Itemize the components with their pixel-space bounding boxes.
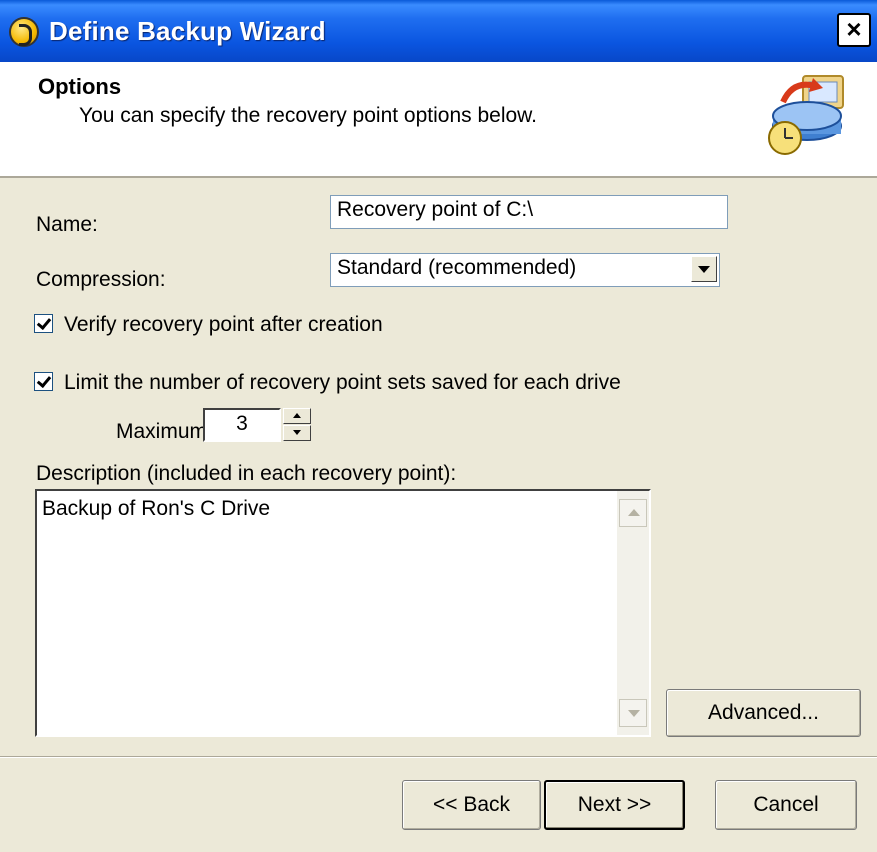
maximum-stepper[interactable]: 3: [203, 408, 313, 442]
backup-wizard-dialog: Define Backup Wizard × Options You can s…: [0, 0, 877, 852]
name-label: Name:: [36, 213, 98, 236]
cancel-button[interactable]: Cancel: [715, 780, 857, 830]
scroll-down-icon[interactable]: [619, 699, 647, 727]
scroll-up-icon[interactable]: [619, 499, 647, 527]
description-textarea[interactable]: Backup of Ron's C Drive: [35, 489, 651, 737]
back-button[interactable]: << Back: [402, 780, 541, 830]
verify-checkbox[interactable]: [34, 314, 53, 333]
maximum-input[interactable]: 3: [203, 408, 281, 442]
page-title: Options: [38, 74, 122, 99]
backup-drive-icon: [768, 75, 844, 155]
verify-label: Verify recovery point after creation: [64, 313, 383, 336]
maximum-label: Maximum:: [116, 420, 213, 443]
name-input[interactable]: Recovery point of C:\: [330, 195, 728, 229]
spin-up-icon[interactable]: [283, 408, 311, 424]
wizard-header: Options You can specify the recovery poi…: [0, 62, 877, 178]
limit-label: Limit the number of recovery point sets …: [64, 371, 621, 394]
page-subtitle: You can specify the recovery point optio…: [79, 104, 538, 127]
limit-checkbox[interactable]: [34, 372, 53, 391]
compression-value: Standard (recommended): [337, 256, 577, 279]
footer-divider: [0, 756, 877, 758]
compression-select[interactable]: Standard (recommended): [330, 253, 720, 287]
description-label: Description (included in each recovery p…: [36, 462, 457, 485]
description-text: Backup of Ron's C Drive: [42, 497, 271, 520]
close-button[interactable]: ×: [837, 13, 871, 47]
window-title: Define Backup Wizard: [49, 16, 326, 46]
title-bar[interactable]: Define Backup Wizard ×: [0, 0, 877, 62]
app-logo-icon: [9, 17, 39, 47]
compression-label: Compression:: [36, 268, 166, 291]
spin-down-icon[interactable]: [283, 425, 311, 441]
description-scrollbar[interactable]: [617, 491, 649, 735]
next-button[interactable]: Next >>: [544, 780, 685, 830]
advanced-button[interactable]: Advanced...: [666, 689, 861, 737]
chevron-down-icon[interactable]: [691, 256, 717, 282]
